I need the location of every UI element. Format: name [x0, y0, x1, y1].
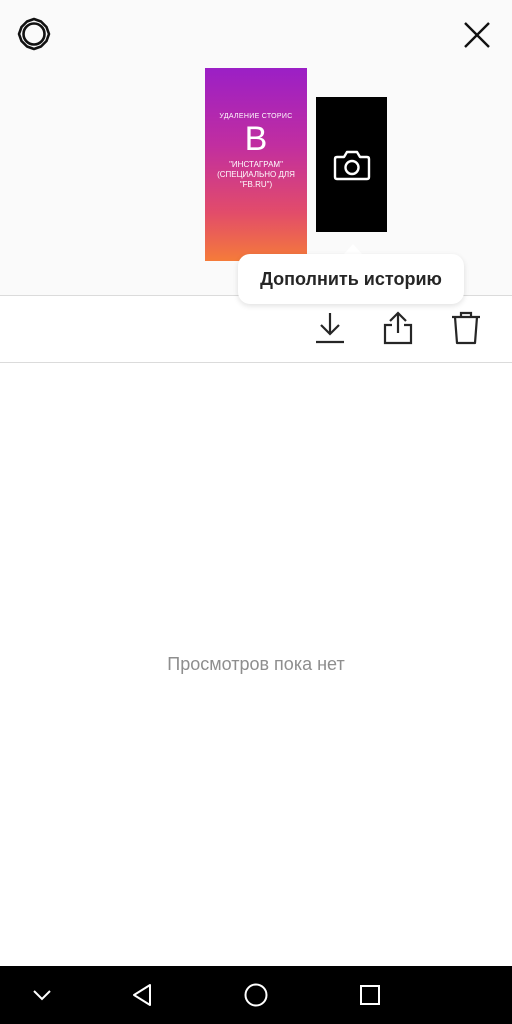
add-to-story-button[interactable] — [316, 97, 387, 232]
settings-button[interactable] — [14, 14, 54, 54]
gear-icon — [17, 17, 51, 51]
thumb-caption-bottom: "ИНСТАГРАМ" (СПЕЦИАЛЬНО ДЛЯ "FB.RU") — [217, 160, 295, 189]
trash-icon — [452, 311, 480, 345]
system-nav-bar — [0, 966, 512, 1024]
tooltip-text: Дополнить историю — [260, 268, 442, 289]
thumb-caption-top: УДАЛЕНИЕ СТОРИС — [219, 113, 293, 120]
download-button[interactable] — [310, 308, 350, 348]
nav-back-button[interactable] — [122, 975, 162, 1015]
no-views-message: Просмотров пока нет — [167, 654, 345, 674]
chevron-down-icon — [33, 990, 51, 1001]
close-button[interactable] — [456, 14, 498, 56]
camera-icon — [333, 150, 370, 180]
story-actions-bar — [0, 296, 512, 363]
recent-apps-icon — [360, 985, 380, 1005]
home-icon — [244, 983, 268, 1007]
story-preview-area: УДАЛЕНИЕ СТОРИС В "ИНСТАГРАМ" (СПЕЦИАЛЬН… — [0, 0, 512, 296]
thumb-caption-big: В — [244, 120, 268, 158]
download-icon — [316, 313, 344, 344]
back-icon — [133, 984, 151, 1006]
share-button[interactable] — [378, 308, 418, 348]
close-icon — [464, 22, 490, 48]
story-thumbnail[interactable]: УДАЛЕНИЕ СТОРИС В "ИНСТАГРАМ" (СПЕЦИАЛЬН… — [205, 68, 307, 261]
nav-recent-button[interactable] — [350, 975, 390, 1015]
nav-home-button[interactable] — [236, 975, 276, 1015]
nav-collapse-button[interactable] — [22, 975, 62, 1015]
delete-button[interactable] — [446, 308, 486, 348]
add-story-tooltip[interactable]: Дополнить историю — [238, 254, 464, 304]
share-icon — [383, 311, 413, 345]
